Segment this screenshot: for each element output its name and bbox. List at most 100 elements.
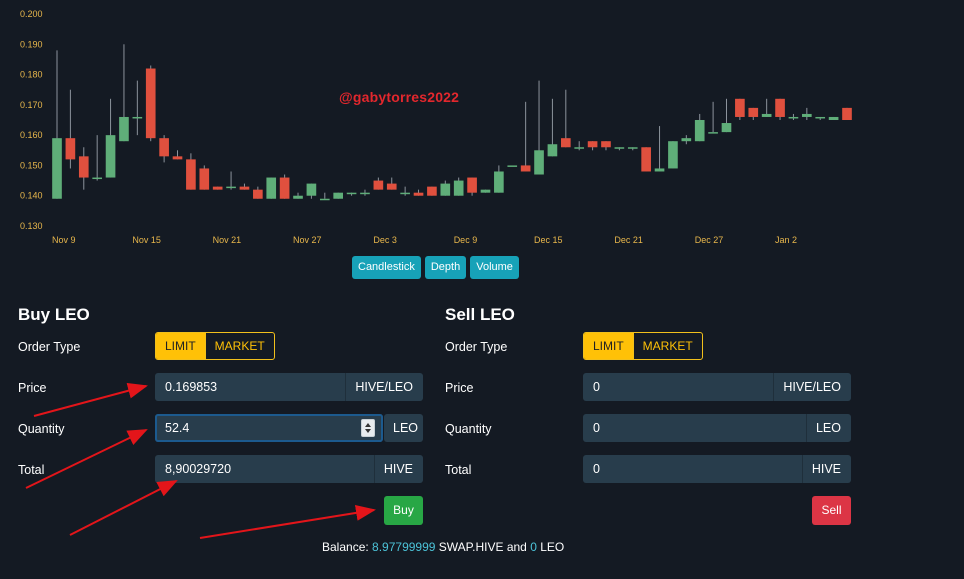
candle-body [721,123,732,133]
candle-body [440,183,451,196]
candle-body [654,168,665,172]
buy-price-input[interactable]: 0.169853 HIVE/LEO [155,373,423,401]
candle-body [694,120,705,142]
candle-body [199,168,210,190]
x-tick-label: Nov 9 [52,235,76,245]
sell-quantity-value: 0 [593,421,600,435]
candle-body [400,192,410,195]
sell-button[interactable]: Sell [812,496,851,525]
x-tick-label: Dec 27 [695,235,724,245]
buy-quantity-input[interactable]: 52.4 [155,414,383,442]
y-tick-label: 0.180 [20,70,43,80]
arrow-to-quantity [25,429,148,489]
watermark-text: @gabytorres2022 [339,89,460,105]
candle-body [52,138,62,199]
arrow-to-buy [199,504,376,539]
y-tick-label: 0.160 [20,130,43,140]
candle-body [427,186,437,196]
y-tick-label: 0.200 [20,9,43,19]
balance-hive-amount: 8.97799999 [372,540,436,554]
buy-limit-button[interactable]: LIMIT [156,333,205,359]
candle-body [253,189,263,199]
buy-quantity-value: 52.4 [165,421,190,435]
candle-body [386,183,397,190]
sell-limit-button[interactable]: LIMIT [584,333,633,359]
sell-title: Sell LEO [445,305,515,324]
candle-body [333,192,344,199]
x-tick-label: Nov 15 [132,235,161,245]
candle-body [212,186,223,190]
sell-total-value: 0 [593,462,600,476]
tab-volume[interactable]: Volume [470,256,519,279]
candle-body [453,180,464,196]
candle-body [319,198,330,201]
sell-total-unit: HIVE [801,455,851,483]
buy-button[interactable]: Buy [384,496,423,525]
tab-candlestick[interactable]: Candlestick [352,256,421,279]
buy-quantity-unit-box: LEO [384,414,423,442]
candle-body [266,177,277,199]
x-tick-label: Dec 3 [373,235,397,245]
x-tick-label: Nov 27 [293,235,322,245]
candle-body [828,116,839,120]
candle-body [480,189,491,193]
sell-quantity-input[interactable]: 0 LEO [583,414,851,442]
sell-price-value: 0 [593,380,600,394]
candle-body [105,135,116,178]
candle-body [279,177,290,199]
candle-body [346,192,357,195]
y-tick-label: 0.170 [20,100,43,110]
candle-body [92,177,102,180]
candle-body [65,138,76,160]
y-tick-label: 0.140 [20,191,43,201]
sell-quantity-label: Quantity [445,422,492,436]
balance-leo-token: LEO [540,540,565,554]
arrow-to-price [33,382,148,417]
sell-total-input[interactable]: 0 HIVE [583,455,851,483]
candle-body [186,159,196,190]
candle-body [641,147,651,172]
buy-total-input[interactable]: 8,90029720 HIVE [155,455,423,483]
balance-hive-token: SWAP.HIVE [438,540,504,554]
candle-body [627,147,638,149]
candle-body [761,113,772,117]
balance-label: Balance: [322,540,369,554]
tab-depth[interactable]: Depth [424,256,467,279]
candle-body [842,107,852,120]
y-tick-label: 0.130 [20,221,43,231]
candle-body [547,144,558,157]
buy-price-unit: HIVE/LEO [345,373,423,401]
buy-order-type-toggle: LIMIT MARKET [155,332,275,360]
candle-body [802,113,812,117]
x-tick-label: Dec 15 [534,235,563,245]
candle-body [815,116,826,119]
buy-total-value: 8,90029720 [165,462,232,476]
buy-total-label: Total [18,463,45,477]
candle-body [614,147,625,149]
candle-body [226,186,236,189]
candle-body [306,183,317,196]
candle-body [788,116,799,119]
balance-and: and [506,540,527,554]
buy-title: Buy LEO [18,305,90,324]
sell-price-input[interactable]: 0 HIVE/LEO [583,373,851,401]
candle-body [681,138,692,142]
candle-body [775,98,785,117]
buy-market-button[interactable]: MARKET [204,333,274,359]
quantity-stepper-icon[interactable] [361,419,375,437]
candle-body [708,132,718,134]
candle-body [360,192,370,195]
candle-body [239,186,250,190]
sell-price-unit: HIVE/LEO [773,373,851,401]
candle-body [119,116,129,142]
candle-body [413,192,424,196]
buy-total-unit: HIVE [373,455,423,483]
candle-body [507,165,518,167]
x-tick-label: Dec 9 [454,235,478,245]
candle-body [172,156,183,160]
candle-body [748,107,759,117]
candle-body [587,141,598,148]
sell-total-label: Total [445,463,472,477]
candle-body [145,68,156,139]
sell-market-button[interactable]: MARKET [632,333,702,359]
